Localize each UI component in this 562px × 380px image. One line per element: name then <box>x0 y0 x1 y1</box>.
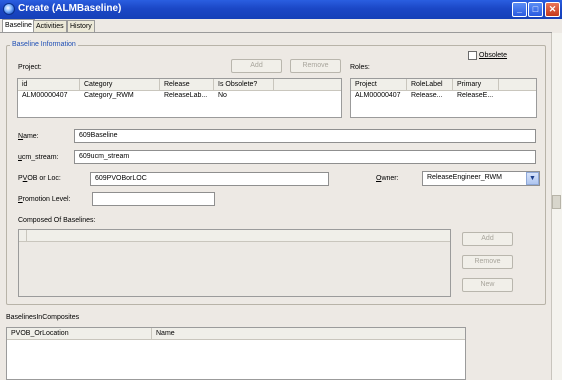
project-cell-is-obsolete[interactable]: No <box>214 92 274 99</box>
composed-add-button[interactable]: Add <box>462 232 513 246</box>
window-title: Create (ALMBaseline) <box>18 3 122 14</box>
column-header-is-obsolete[interactable]: Is Obsolete? <box>214 79 274 90</box>
roles-cell-role-label[interactable]: Release... <box>407 92 453 99</box>
ucm-stream-label-text: cm_stream: <box>21 154 59 161</box>
owner-select[interactable]: ReleaseEngineer_RWM <box>422 171 540 186</box>
column-header-category[interactable]: Category <box>80 79 160 90</box>
tab-label: History <box>70 23 92 30</box>
tab-activities[interactable]: Activities <box>33 20 67 32</box>
name-field[interactable]: 609Baseline <box>74 129 536 143</box>
name-label-text: ame: <box>23 133 39 140</box>
composed-table-header <box>19 230 450 242</box>
baselines-in-composites-table[interactable]: PVOB_OrLocation Name <box>6 327 466 380</box>
composed-new-button[interactable]: New <box>462 278 513 292</box>
close-button[interactable]: ✕ <box>545 2 560 17</box>
maximize-button[interactable]: □ <box>528 2 543 17</box>
close-icon: ✕ <box>548 4 557 14</box>
promotion-level-field[interactable] <box>92 192 215 206</box>
pvob-label-text: OB or Loc: <box>27 175 61 182</box>
group-title: Baseline Information <box>10 41 78 48</box>
column-header-id[interactable]: id <box>18 79 80 90</box>
owner-label-text: wner: <box>381 175 399 182</box>
composed-of-baselines-label: Composed Of Baselines: <box>18 217 96 224</box>
column-header-blank[interactable] <box>19 230 27 241</box>
column-header-pvob-or-location[interactable]: PVOB_OrLocation <box>7 328 152 339</box>
promotion-level-label: Promotion Level: <box>18 196 71 203</box>
column-header-primary[interactable]: Primary <box>453 79 499 90</box>
name-label: Name: <box>18 133 39 140</box>
column-header-release[interactable]: Release <box>160 79 214 90</box>
roles-cell-project[interactable]: ALM00000407 <box>351 92 407 99</box>
tab-label: Baseline <box>5 22 32 29</box>
project-table[interactable]: id Category Release Is Obsolete? ALM0000… <box>17 78 342 118</box>
pvob-label: PVOB or Loc: <box>18 175 61 182</box>
composed-remove-button[interactable]: Remove <box>462 255 513 269</box>
obsolete-checkbox[interactable] <box>468 51 477 60</box>
baselines-in-composites-label: BaselinesInComposites <box>6 314 80 321</box>
tab-baseline[interactable]: Baseline <box>2 19 35 33</box>
roles-table-header: Project RoleLabel Primary <box>351 79 536 91</box>
pvob-field[interactable]: 609PVOBorLOC <box>90 172 329 186</box>
tab-divider <box>0 32 552 33</box>
ucm-stream-label: ucm_stream: <box>18 154 58 161</box>
roles-table[interactable]: Project RoleLabel Primary ALM00000407 Re… <box>350 78 537 118</box>
project-cell-category[interactable]: Category_RWM <box>80 92 160 99</box>
owner-label: Owner: <box>376 175 399 182</box>
column-header-role-label[interactable]: RoleLabel <box>407 79 453 90</box>
column-header-name[interactable]: Name <box>152 328 465 339</box>
tab-label: Activities <box>36 23 64 30</box>
roles-label: Roles: <box>350 64 370 71</box>
title-bar[interactable]: Create (ALMBaseline) _ □ ✕ <box>0 0 562 19</box>
promotion-level-label-text: romotion Level: <box>22 196 71 203</box>
chevron-down-icon[interactable]: ▼ <box>526 172 539 185</box>
column-header-project[interactable]: Project <box>351 79 407 90</box>
tab-history[interactable]: History <box>67 20 95 32</box>
ucm-stream-field[interactable]: 609ucm_stream <box>74 150 536 164</box>
project-cell-id[interactable]: ALM00000407 <box>18 92 80 99</box>
project-label: Project: <box>18 64 42 71</box>
minimize-button[interactable]: _ <box>512 2 527 17</box>
maximize-icon: □ <box>532 4 539 14</box>
composed-of-baselines-table[interactable] <box>18 229 451 297</box>
obsolete-text: Obsolete <box>479 52 508 59</box>
app-icon <box>3 3 15 15</box>
roles-cell-primary[interactable]: ReleaseE... <box>453 92 499 99</box>
project-add-button[interactable]: Add <box>231 59 282 73</box>
project-table-header: id Category Release Is Obsolete? <box>18 79 341 91</box>
obsolete-label: Obsolete <box>479 52 507 59</box>
project-cell-release[interactable]: ReleaseLab... <box>160 92 214 99</box>
composites-table-header: PVOB_OrLocation Name <box>7 328 465 340</box>
project-remove-button[interactable]: Remove <box>290 59 341 73</box>
minimize-icon: _ <box>516 4 522 14</box>
scrollbar-thumb[interactable] <box>552 195 561 209</box>
